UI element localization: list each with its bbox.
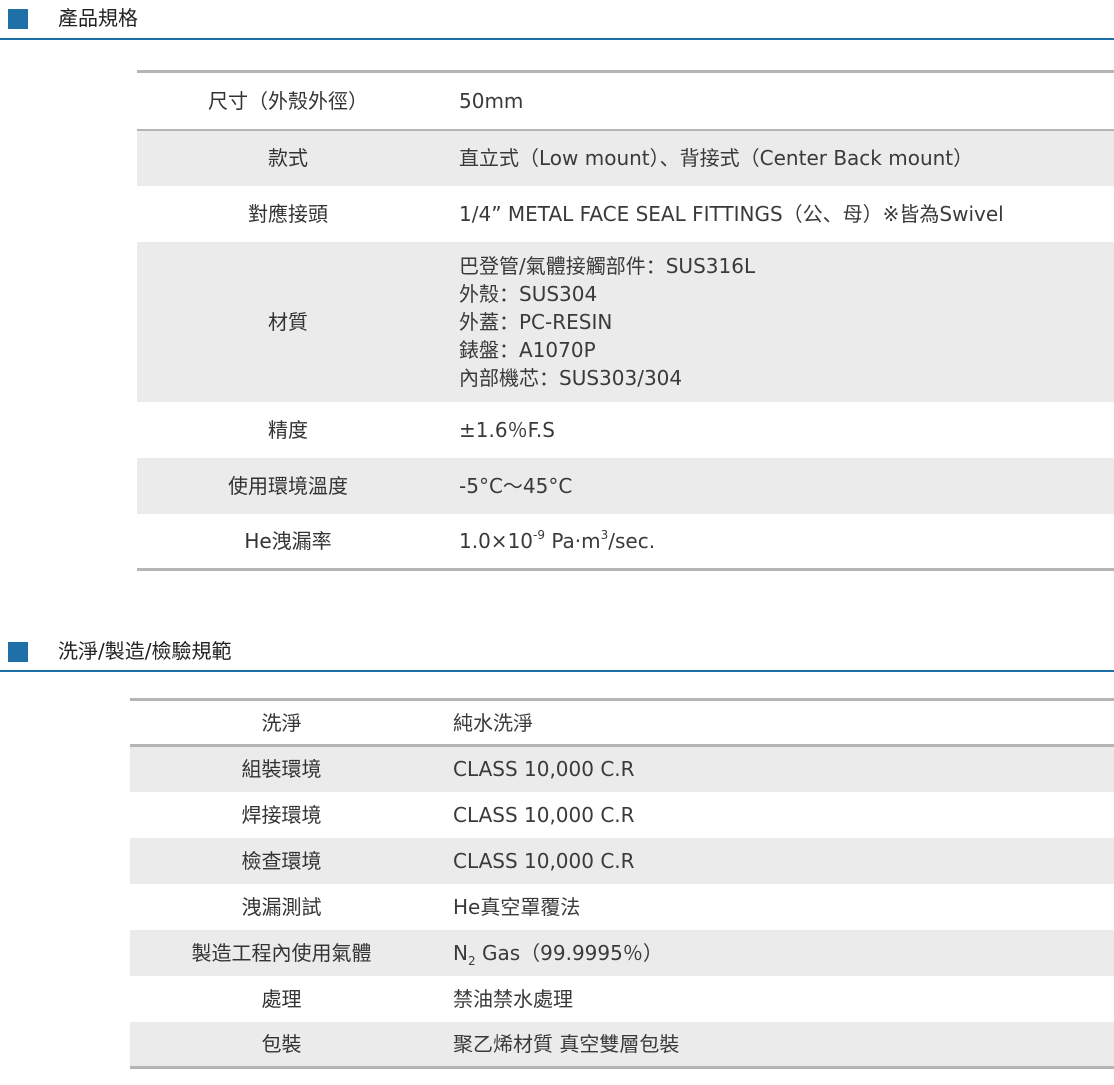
process-table: 洗淨 純水洗淨 組裝環境 CLASS 10,000 C.R 焊接環境 CLASS… bbox=[130, 698, 1114, 1069]
row-label: 洩漏測試 bbox=[241, 894, 322, 919]
row-label: 處理 bbox=[261, 986, 302, 1011]
table-row: 款式 直立式（Low mount）、背接式（Center Back mount） bbox=[137, 129, 1114, 186]
row-label: 對應接頭 bbox=[248, 201, 328, 226]
section-divider bbox=[0, 38, 1114, 40]
row-value: 直立式（Low mount）、背接式（Center Back mount） bbox=[439, 129, 1114, 186]
leak-rate-unit: Pa·m bbox=[544, 528, 601, 553]
leak-rate-base: 1.0×10 bbox=[459, 528, 534, 553]
gas-formula-subscript: 2 bbox=[467, 953, 476, 968]
row-value: CLASS 10,000 C.R bbox=[433, 745, 1114, 792]
row-value: -5°C～45°C bbox=[439, 457, 1114, 514]
row-label: 洗淨 bbox=[261, 710, 302, 735]
row-label: 組裝環境 bbox=[130, 745, 433, 792]
section-title: 洗淨/製造/檢驗規範 bbox=[58, 639, 232, 663]
row-value: 禁油禁水處理 bbox=[453, 986, 573, 1011]
section-marker-icon bbox=[8, 642, 28, 662]
row-label: 精度 bbox=[268, 417, 308, 442]
material-line: 內部機芯：SUS303/304 bbox=[459, 365, 683, 390]
row-value: 1/4” METAL FACE SEAL FITTINGS（公、母）※皆為Swi… bbox=[459, 201, 1004, 226]
table-row: 製造工程內使用氣體 N2 Gas（99.9995％） bbox=[130, 929, 1114, 976]
table-row: 精度 ±1.6％F.S bbox=[137, 402, 1114, 458]
table-row: 使用環境溫度 -5°C～45°C bbox=[137, 457, 1114, 514]
table-row: 檢查環境 CLASS 10,000 C.R bbox=[130, 837, 1114, 884]
row-value: 50mm bbox=[459, 88, 524, 113]
row-value: 1.0×10-9 Pa·m3/sec. bbox=[439, 514, 1114, 570]
row-label: 檢查環境 bbox=[130, 837, 433, 884]
section-divider bbox=[0, 670, 1114, 672]
section-title: 產品規格 bbox=[58, 6, 138, 30]
material-line: 錶盤：A1070P bbox=[459, 337, 596, 362]
table-row: 洩漏測試 He真空罩覆法 bbox=[130, 884, 1114, 930]
leak-rate-unit-exponent: 3 bbox=[600, 528, 609, 543]
row-value: CLASS 10,000 C.R bbox=[433, 837, 1114, 884]
table-row: 洗淨 純水洗淨 bbox=[130, 700, 1114, 746]
material-line: 外蓋：PC-RESIN bbox=[459, 309, 613, 334]
table-row: 組裝環境 CLASS 10,000 C.R bbox=[130, 745, 1114, 792]
row-label: 包裝 bbox=[130, 1021, 433, 1068]
row-label: 焊接環境 bbox=[241, 802, 322, 827]
table-row: 對應接頭 1/4” METAL FACE SEAL FITTINGS（公、母）※… bbox=[137, 186, 1114, 242]
row-value: CLASS 10,000 C.R bbox=[453, 802, 635, 827]
material-line: 巴登管/氣體接觸部件：SUS316L bbox=[459, 253, 756, 278]
table-row: 處理 禁油禁水處理 bbox=[130, 976, 1114, 1022]
row-label: He洩漏率 bbox=[244, 528, 332, 553]
row-value: He真空罩覆法 bbox=[453, 894, 581, 919]
leak-rate-exponent: -9 bbox=[533, 528, 545, 543]
row-label: 使用環境溫度 bbox=[137, 457, 439, 514]
row-label: 款式 bbox=[137, 129, 439, 186]
gas-formula: N bbox=[453, 940, 468, 965]
table-row: 包裝 聚乙烯材質 真空雙層包裝 bbox=[130, 1021, 1114, 1068]
row-label: 尺寸（外殼外徑） bbox=[208, 88, 368, 113]
row-value: 聚乙烯材質 真空雙層包裝 bbox=[433, 1021, 1114, 1068]
material-line: 外殼：SUS304 bbox=[459, 281, 598, 306]
table-row: 尺寸（外殼外徑） 50mm bbox=[137, 72, 1114, 130]
row-label: 材質 bbox=[137, 241, 439, 402]
row-value: ±1.6％F.S bbox=[459, 417, 555, 442]
row-value: 純水洗淨 bbox=[453, 710, 533, 735]
row-value: N2 Gas（99.9995％） bbox=[433, 929, 1114, 976]
table-row: 焊接環境 CLASS 10,000 C.R bbox=[130, 792, 1114, 838]
section-marker-icon bbox=[8, 9, 28, 29]
leak-rate-unit-tail: /sec. bbox=[608, 528, 656, 553]
row-label: 製造工程內使用氣體 bbox=[130, 929, 433, 976]
spec-table: 尺寸（外殼外徑） 50mm 款式 直立式（Low mount）、背接式（Cent… bbox=[137, 70, 1114, 571]
table-row: He洩漏率 1.0×10-9 Pa·m3/sec. bbox=[137, 514, 1114, 570]
gas-purity: Gas（99.9995％） bbox=[475, 940, 663, 965]
table-row: 材質 巴登管/氣體接觸部件：SUS316L 外殼：SUS304 外蓋：PC-RE… bbox=[137, 241, 1114, 402]
row-value-multiline: 巴登管/氣體接觸部件：SUS316L 外殼：SUS304 外蓋：PC-RESIN… bbox=[439, 241, 1114, 402]
